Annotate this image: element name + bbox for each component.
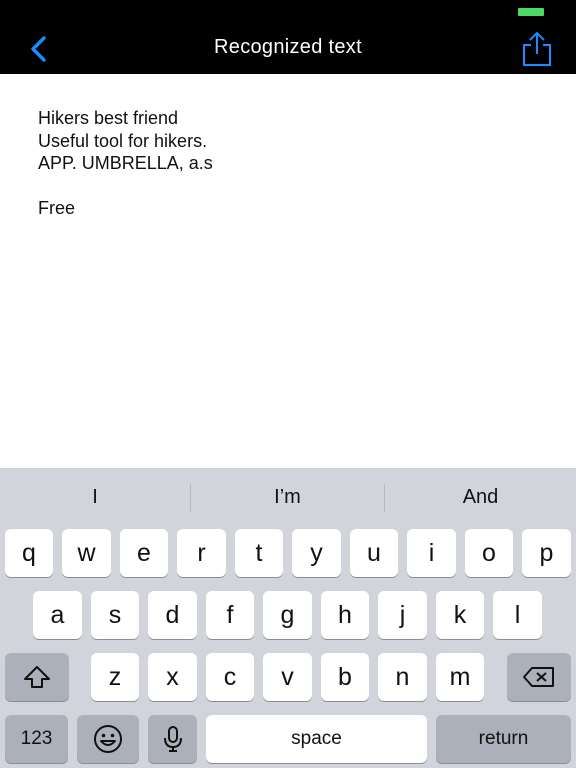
suggestion-1[interactable]: I	[0, 468, 190, 526]
text-line: APP. UMBRELLA, a.s	[38, 153, 213, 173]
key-e[interactable]: e	[120, 529, 168, 577]
key-p[interactable]: p	[522, 529, 571, 577]
key-q[interactable]: q	[5, 529, 53, 577]
dictation-key[interactable]	[148, 715, 197, 763]
return-key[interactable]: return	[436, 715, 571, 763]
key-m[interactable]: m	[436, 653, 484, 701]
numbers-key[interactable]: 123	[5, 715, 68, 763]
suggestion-2[interactable]: I’m	[191, 468, 384, 526]
key-r[interactable]: r	[177, 529, 226, 577]
key-y[interactable]: y	[292, 529, 341, 577]
recognized-text[interactable]: Hikers best friend Useful tool for hiker…	[38, 107, 538, 220]
text-line: Useful tool for hikers.	[38, 130, 208, 151]
navigation-bar: Recognized text	[0, 0, 576, 74]
key-j[interactable]: j	[378, 591, 427, 639]
delete-icon	[523, 667, 554, 687]
shift-key[interactable]	[5, 653, 69, 701]
key-i[interactable]: i	[407, 529, 456, 577]
key-c[interactable]: c	[206, 653, 254, 701]
key-b[interactable]: b	[321, 653, 369, 701]
emoji-key[interactable]	[77, 715, 139, 763]
share-icon	[523, 31, 551, 66]
key-n[interactable]: n	[378, 653, 427, 701]
key-k[interactable]: k	[436, 591, 484, 639]
key-x[interactable]: x	[148, 653, 197, 701]
shift-icon	[24, 666, 50, 688]
key-s[interactable]: s	[91, 591, 139, 639]
suggestion-3[interactable]: And	[385, 468, 576, 526]
key-t[interactable]: t	[235, 529, 283, 577]
battery-icon	[518, 8, 544, 16]
text-line: Hikers best friend	[38, 108, 179, 128]
key-a[interactable]: a	[33, 591, 82, 639]
suggestion-bar: I I’m And	[0, 468, 576, 526]
space-key[interactable]: space	[206, 715, 427, 763]
key-f[interactable]: f	[206, 591, 254, 639]
text-line: Free	[38, 198, 76, 218]
key-h[interactable]: h	[321, 591, 369, 639]
share-button[interactable]	[518, 30, 556, 68]
text-line	[38, 175, 538, 198]
microphone-icon	[163, 726, 182, 752]
recognized-text-view[interactable]: Hikers best friend Useful tool for hiker…	[0, 74, 576, 468]
key-o[interactable]: o	[465, 529, 513, 577]
key-l[interactable]: l	[493, 591, 542, 639]
key-z[interactable]: z	[91, 653, 139, 701]
keyboard: I I’m And q w e r t y u i o p a s d f g …	[0, 468, 576, 768]
emoji-icon	[94, 725, 122, 753]
key-w[interactable]: w	[62, 529, 111, 577]
delete-key[interactable]	[507, 653, 571, 701]
page-title: Recognized text	[214, 36, 362, 58]
key-v[interactable]: v	[263, 653, 312, 701]
key-d[interactable]: d	[148, 591, 197, 639]
key-u[interactable]: u	[350, 529, 398, 577]
key-g[interactable]: g	[263, 591, 312, 639]
